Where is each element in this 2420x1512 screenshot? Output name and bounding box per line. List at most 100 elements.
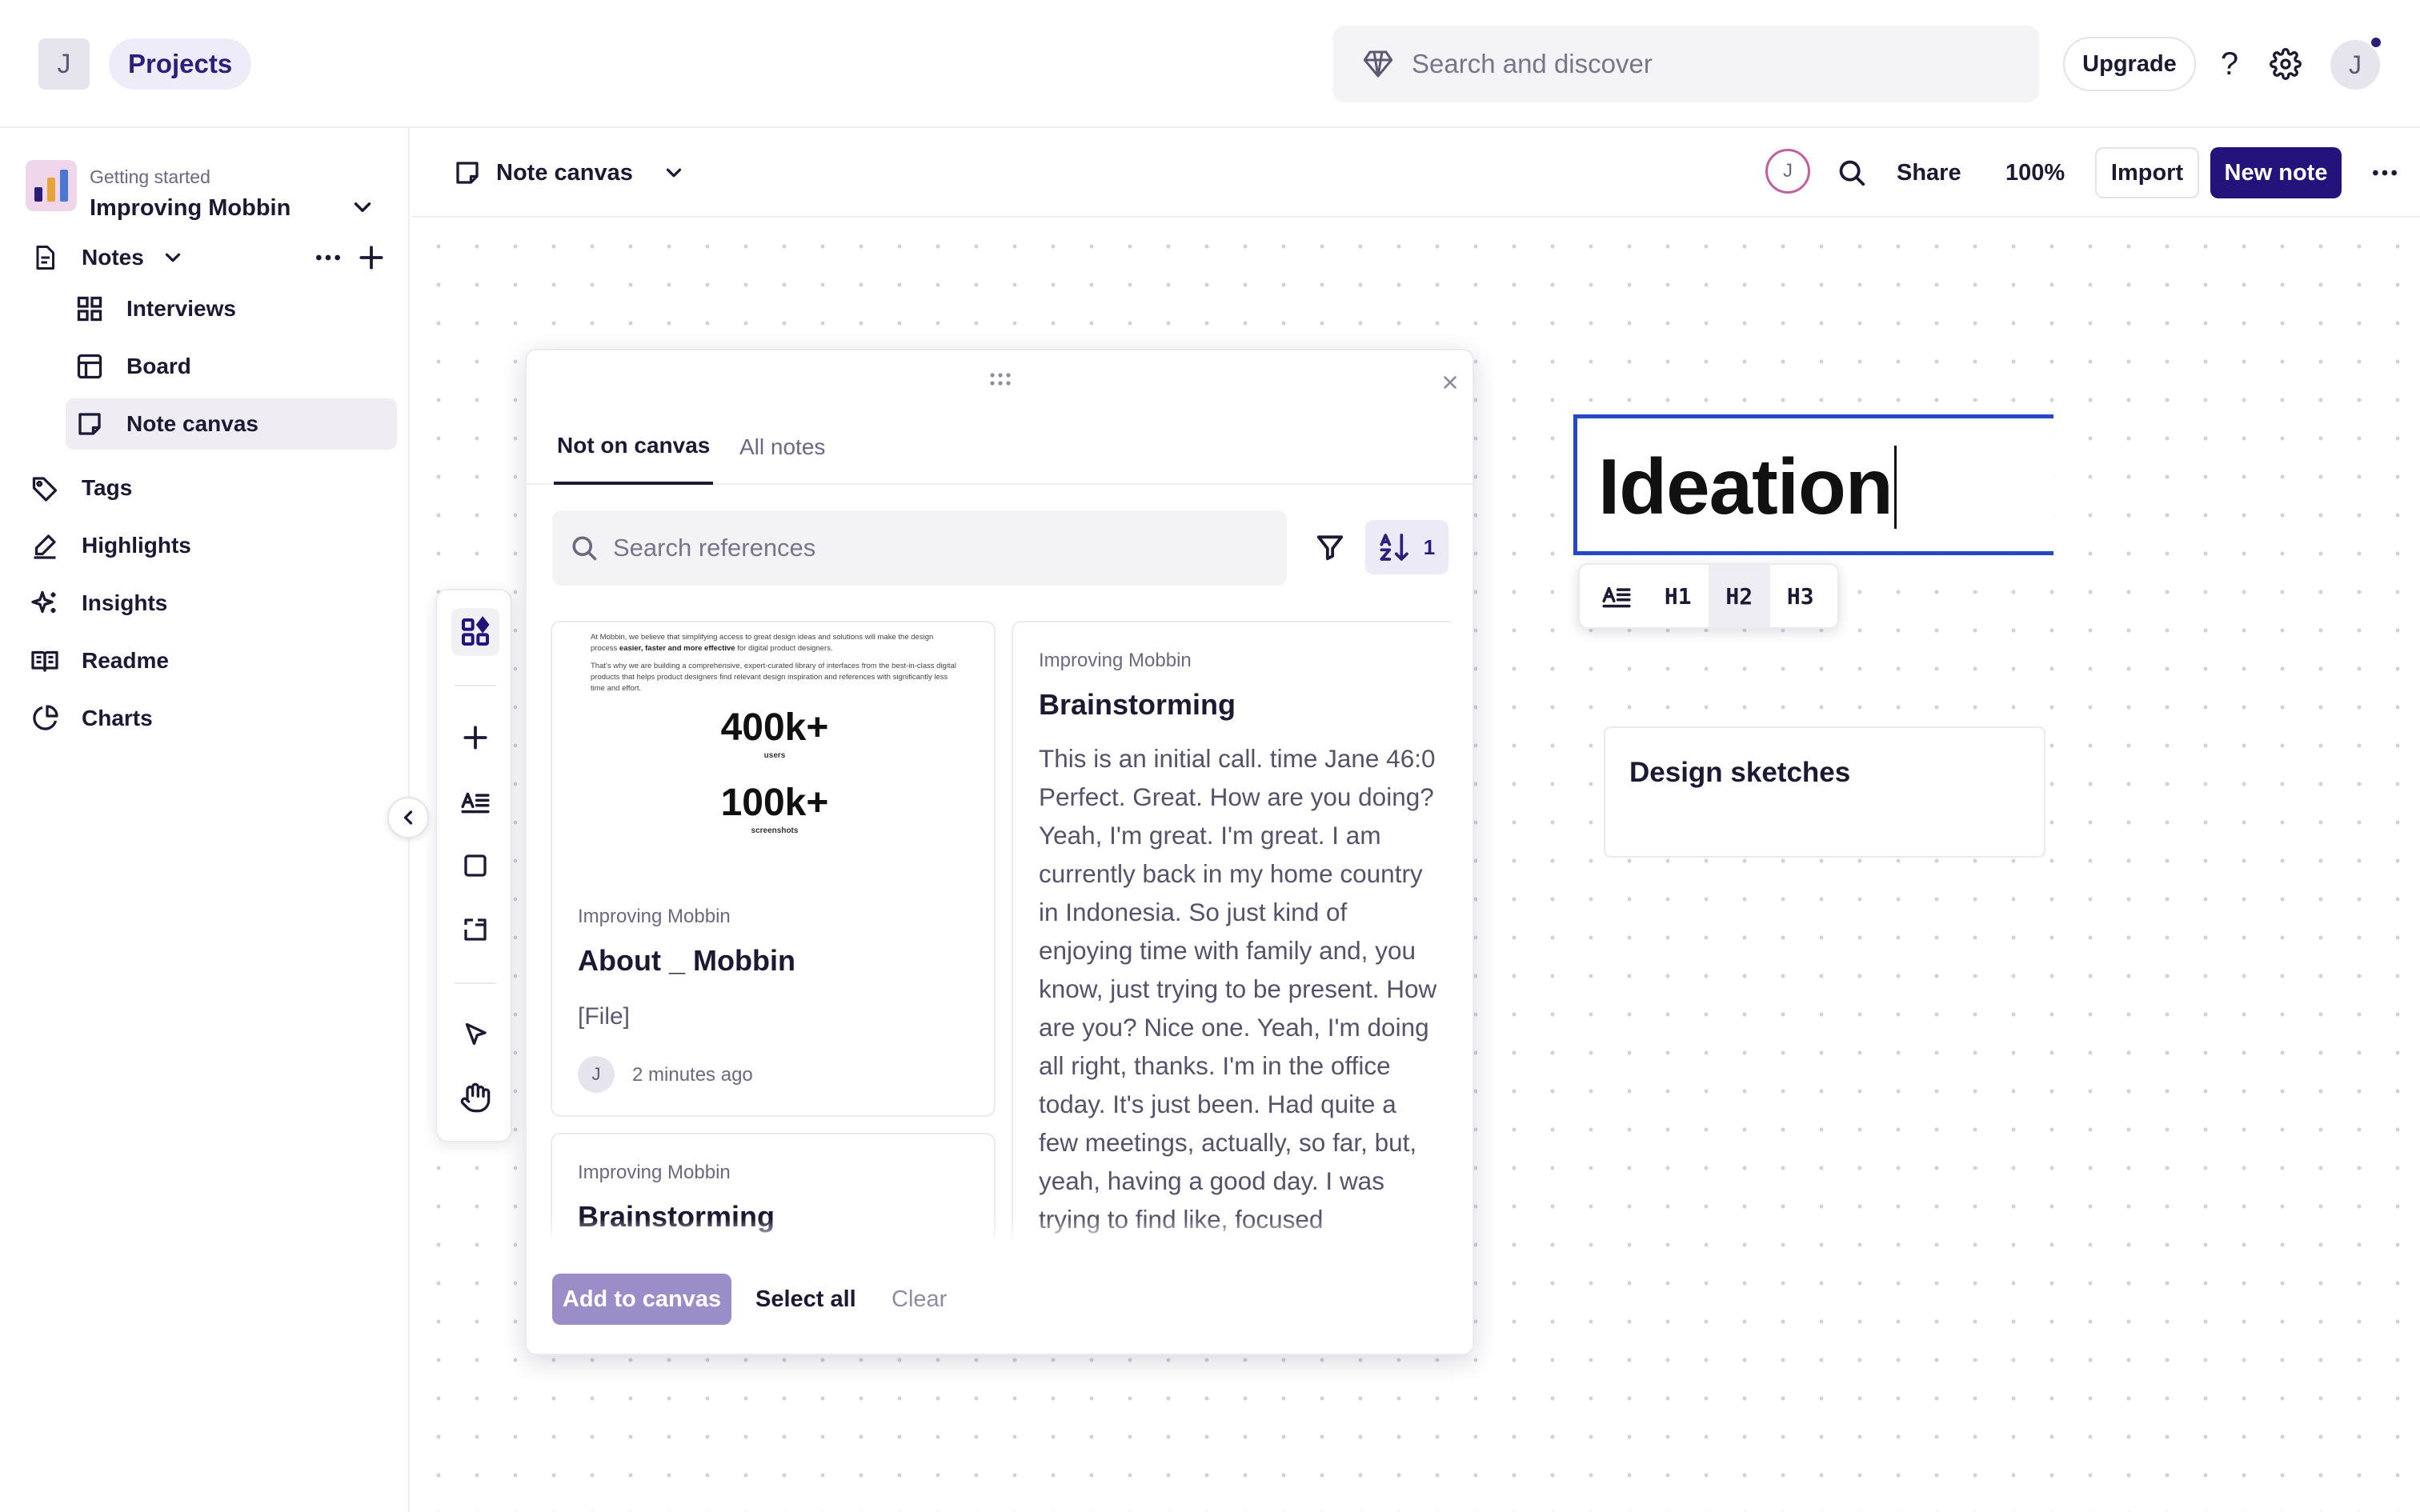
card-timestamp: 2 minutes ago: [632, 1064, 753, 1086]
heading-text-box[interactable]: Ideation: [1573, 414, 2053, 555]
heading-1-button[interactable]: H1: [1648, 565, 1709, 627]
square-icon[interactable]: [456, 846, 495, 885]
view-switcher[interactable]: Note canvas: [453, 152, 686, 194]
new-note-button[interactable]: New note: [2210, 147, 2342, 198]
collapse-sidebar-button[interactable]: [387, 797, 429, 838]
sidebar-item-note-canvas[interactable]: Note canvas: [66, 398, 397, 450]
board-icon: [74, 350, 106, 382]
more-horizontal-icon[interactable]: [309, 238, 347, 277]
heading-format-toolbar: H1 H2 H3: [1578, 563, 1839, 629]
project-subtitle: Getting started: [90, 166, 210, 187]
tab-not-on-canvas[interactable]: Not on canvas: [554, 410, 714, 485]
sparkle-icon: [29, 587, 61, 619]
reference-card-brainstorming-1[interactable]: Improving Mobbin Brainstorming This is a…: [1012, 621, 1452, 1245]
references-panel: Not on canvas All notes 1 At Mobbin, we …: [525, 349, 1474, 1355]
sidebar-item-interviews[interactable]: Interviews: [74, 283, 394, 334]
sidebar-item-label: Interviews: [126, 296, 236, 321]
drag-handle-icon[interactable]: [983, 368, 1018, 390]
tab-all-notes[interactable]: All notes: [739, 410, 825, 485]
sidebar-item-label: Notes: [82, 245, 144, 270]
card-title: Brainstorming: [1039, 688, 1236, 721]
stat-label: users: [763, 751, 786, 760]
workspace-avatar[interactable]: J: [38, 38, 90, 90]
card-excerpt: This is an initial call. time Jane 46:0 …: [1039, 744, 1437, 1234]
filter-icon[interactable]: [1311, 528, 1349, 566]
chevron-down-icon: [662, 161, 686, 185]
thumbnail-stat: 400k+ users: [591, 706, 959, 762]
text-style-button[interactable]: [1586, 565, 1648, 627]
sidebar-item-tags[interactable]: Tags: [29, 462, 381, 514]
gear-icon[interactable]: [2263, 42, 2308, 86]
projects-button[interactable]: Projects: [109, 38, 252, 90]
highlighter-icon: [29, 530, 61, 562]
note-icon: [453, 158, 482, 187]
project-logo: [26, 160, 77, 211]
upgrade-button[interactable]: Upgrade: [2063, 37, 2196, 91]
components-icon[interactable]: [451, 608, 499, 656]
global-search-bar[interactable]: [1333, 26, 2039, 102]
share-button[interactable]: Share: [1897, 152, 1961, 194]
references-search-bar[interactable]: [552, 510, 1287, 586]
sidebar-item-charts[interactable]: Charts: [29, 693, 381, 744]
import-button[interactable]: Import: [2095, 147, 2199, 198]
clear-button[interactable]: Clear: [891, 1274, 947, 1325]
thumbnail-stat: 100k+ screenshots: [591, 781, 959, 837]
zoom-level[interactable]: 100%: [2005, 152, 2065, 194]
canvas-note-card[interactable]: Design sketches: [1604, 726, 2045, 858]
sidebar-item-label: Board: [126, 354, 191, 378]
stat-label: screenshots: [751, 826, 799, 835]
select-all-button[interactable]: Select all: [755, 1274, 856, 1325]
collaborator-avatar[interactable]: J: [1765, 149, 1810, 194]
add-to-canvas-button[interactable]: Add to canvas: [552, 1274, 731, 1325]
book-icon: [29, 645, 61, 677]
sidebar-item-highlights[interactable]: Highlights: [29, 520, 381, 571]
sidebar-item-label: Charts: [82, 706, 153, 730]
card-title: Design sketches: [1629, 757, 1851, 788]
chevron-down-icon[interactable]: [157, 242, 189, 274]
sidebar-item-notes[interactable]: Notes: [29, 232, 205, 283]
stat-value: 400k+: [720, 706, 829, 749]
canvas-header: Note canvas J Share 100% Import New note: [411, 128, 2420, 218]
heading-text-wrapper[interactable]: Ideation: [1598, 442, 1897, 530]
view-label: Note canvas: [496, 159, 633, 186]
text-paragraph-icon: [1601, 581, 1632, 611]
chevron-left-icon: [397, 806, 419, 829]
project-switcher[interactable]: Getting started Improving Mobbin: [26, 147, 391, 224]
canvas-toolbar: [435, 589, 512, 1142]
thumbnail-text-bold: easier, faster and more effective: [619, 644, 735, 653]
heading-text[interactable]: Ideation: [1598, 442, 1893, 530]
heading-2-button[interactable]: H2: [1709, 565, 1770, 627]
notes-icon: [29, 242, 61, 274]
sort-button[interactable]: 1: [1365, 520, 1448, 574]
text-heading-icon[interactable]: [456, 782, 495, 821]
references-grid: At Mobbin, we believe that simplifying a…: [551, 621, 1452, 1245]
pointer-icon[interactable]: [456, 1016, 495, 1054]
search-icon: [570, 534, 599, 562]
card-title: About _ Mobbin: [578, 944, 795, 977]
sidebar-item-insights[interactable]: Insights: [29, 578, 381, 629]
toolbar-divider: [455, 685, 496, 686]
frame-icon[interactable]: [456, 910, 495, 949]
hand-icon[interactable]: [456, 1078, 495, 1117]
notification-dot: [2369, 35, 2383, 50]
top-bar: J Projects Upgrade ? J: [0, 0, 2420, 128]
sidebar-item-board[interactable]: Board: [74, 341, 394, 392]
references-search-input[interactable]: [613, 534, 1237, 562]
reference-card-about[interactable]: At Mobbin, we believe that simplifying a…: [551, 621, 996, 1117]
project-name: Improving Mobbin: [90, 195, 291, 221]
document-thumbnail: At Mobbin, we believe that simplifying a…: [591, 632, 959, 896]
plus-icon[interactable]: [352, 238, 391, 277]
thumbnail-text: for digital product designers.: [737, 644, 833, 653]
heading-3-button[interactable]: H3: [1770, 565, 1832, 627]
grid-scroll-fade: [551, 1219, 1452, 1245]
help-icon[interactable]: ?: [2207, 42, 2252, 86]
plus-icon[interactable]: [456, 718, 495, 757]
panel-footer: Add to canvas Select all Clear: [527, 1245, 1472, 1354]
close-icon[interactable]: [1436, 368, 1464, 397]
global-search-input[interactable]: [1412, 49, 1972, 79]
chevron-down-icon[interactable]: [349, 194, 376, 221]
panel-tabs: Not on canvas All notes: [527, 410, 1472, 485]
more-horizontal-icon[interactable]: [2364, 152, 2406, 194]
sidebar-item-readme[interactable]: Readme: [29, 635, 381, 686]
search-icon[interactable]: [1831, 152, 1873, 194]
